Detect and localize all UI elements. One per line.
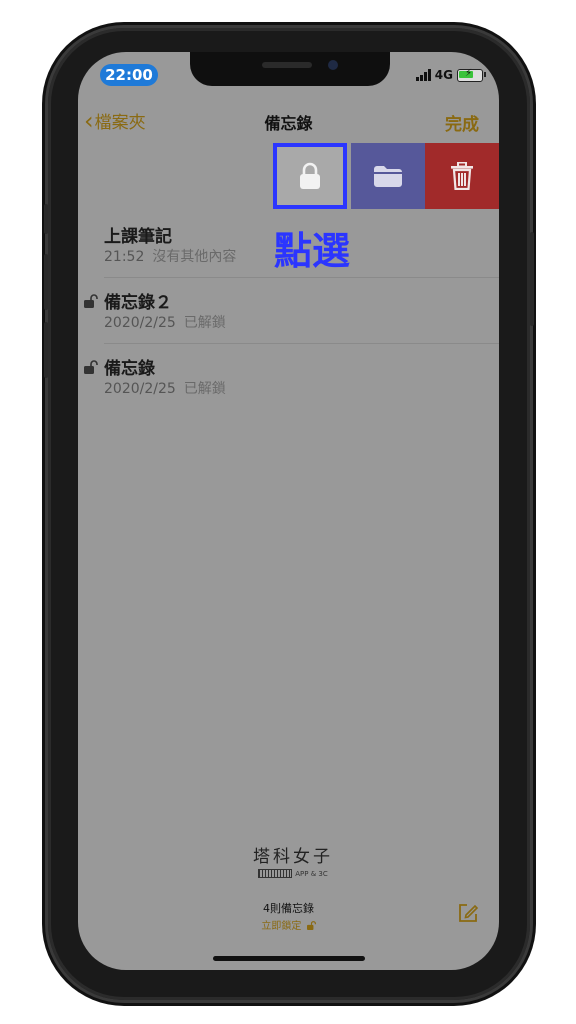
- note-date: 21:52: [104, 249, 145, 265]
- list-item[interactable]: 備忘錄 2020/2/25 已解鎖: [78, 344, 499, 410]
- swipe-actions: [78, 143, 499, 209]
- watermark-title: 塔科女子: [253, 847, 333, 867]
- screen: 22:00 4G ⚡ ‹ 檔案夾 備忘錄 完成 上課筆記 21:52 沒有其他內…: [78, 52, 499, 970]
- unlocked-lock-icon: [306, 921, 316, 930]
- page-title: 備忘錄: [264, 114, 313, 133]
- delete-button[interactable]: [425, 143, 499, 209]
- move-folder-button[interactable]: [351, 143, 425, 209]
- folder-icon: [374, 166, 402, 187]
- volume-up-button: [44, 254, 48, 310]
- watermark: 塔科女子 APP & 3C: [248, 842, 338, 878]
- lock-note-button[interactable]: [273, 143, 347, 209]
- signal-icon: [415, 69, 431, 81]
- note-date: 2020/2/25: [104, 381, 176, 397]
- volume-down-button: [44, 322, 48, 378]
- network-type: 4G: [434, 68, 453, 82]
- note-title: 備忘錄２: [104, 293, 172, 313]
- tap-annotation: 點選: [274, 229, 351, 273]
- compose-icon: [459, 904, 479, 922]
- unlocked-lock-icon: [84, 360, 98, 374]
- navigation-bar: ‹ 檔案夾 備忘錄 完成: [78, 106, 499, 138]
- unlocked-lock-icon: [84, 294, 98, 308]
- lock-now-label: 立即鎖定: [261, 921, 302, 932]
- status-time[interactable]: 22:00: [100, 64, 158, 86]
- note-title: 上課筆記: [104, 227, 172, 247]
- notch: [190, 52, 390, 86]
- lock-now-button[interactable]: 立即鎖定: [78, 917, 499, 932]
- power-button: [530, 232, 534, 326]
- note-meta: 2020/2/25 已解鎖: [104, 378, 226, 398]
- note-preview: 已解鎖: [183, 381, 226, 397]
- status-indicators: 4G ⚡: [415, 66, 486, 84]
- note-meta: 21:52 沒有其他內容: [104, 246, 236, 266]
- toolbar: 4則備忘錄 立即鎖定: [78, 900, 499, 932]
- speaker: [262, 62, 312, 68]
- notes-count: 4則備忘錄: [263, 902, 314, 915]
- done-button[interactable]: 完成: [445, 110, 479, 135]
- watermark-subtitle-row: APP & 3C: [248, 869, 338, 878]
- barcode-icon: [258, 869, 293, 878]
- lock-icon: [300, 162, 320, 189]
- mute-switch: [44, 204, 48, 234]
- note-preview: 沒有其他內容: [152, 249, 237, 265]
- compose-button[interactable]: [457, 902, 479, 928]
- home-indicator: [213, 956, 365, 961]
- battery-icon: ⚡: [457, 68, 486, 82]
- trash-icon: [451, 162, 473, 190]
- note-date: 2020/2/25: [104, 315, 176, 331]
- list-item[interactable]: 備忘錄２ 2020/2/25 已解鎖: [78, 278, 499, 344]
- note-preview: 已解鎖: [183, 315, 226, 331]
- watermark-subtitle: APP & 3C: [295, 869, 328, 878]
- note-title: 備忘錄: [104, 359, 155, 379]
- front-camera: [328, 60, 338, 70]
- note-meta: 2020/2/25 已解鎖: [104, 312, 226, 332]
